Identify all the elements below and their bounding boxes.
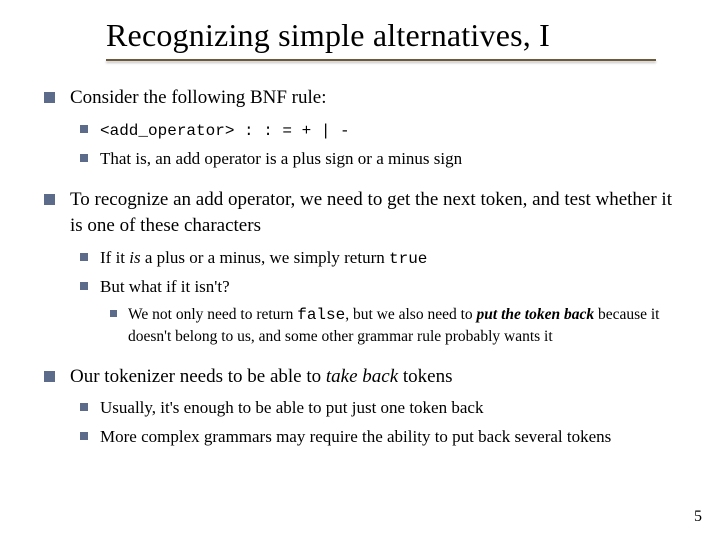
- title-block: Recognizing simple alternatives, I: [106, 18, 684, 61]
- bullet-text: That is, an add operator is a plus sign …: [100, 149, 462, 168]
- bullet-text: If it: [100, 248, 129, 267]
- list-item: To recognize an add operator, we need to…: [36, 187, 684, 347]
- bullet-list-lvl2: If it is a plus or a minus, we simply re…: [70, 247, 684, 348]
- list-item: More complex grammars may require the ab…: [70, 426, 684, 449]
- list-item: If it is a plus or a minus, we simply re…: [70, 247, 684, 271]
- slide: Recognizing simple alternatives, I Consi…: [0, 0, 720, 540]
- bullet-text: More complex grammars may require the ab…: [100, 427, 611, 446]
- bullet-text: Our tokenizer needs to be able to: [70, 366, 326, 387]
- bullet-text: We not only need to return: [128, 306, 297, 323]
- slide-content: Consider the following BNF rule: <add_op…: [36, 85, 684, 449]
- bullet-list-lvl2: Usually, it's enough to be able to put j…: [70, 397, 684, 449]
- list-item: But what if it isn't? We not only need t…: [70, 276, 684, 347]
- bullet-text: Usually, it's enough to be able to put j…: [100, 398, 483, 417]
- title-underline: [106, 59, 656, 61]
- list-item: Usually, it's enough to be able to put j…: [70, 397, 684, 420]
- list-item: <add_operator> : : = + | -: [70, 119, 684, 143]
- bullet-list-lvl2: <add_operator> : : = + | - That is, an a…: [70, 119, 684, 172]
- list-item: That is, an add operator is a plus sign …: [70, 148, 684, 171]
- list-item: We not only need to return false, but we…: [100, 305, 684, 348]
- list-item: Consider the following BNF rule: <add_op…: [36, 85, 684, 171]
- code-text: true: [389, 250, 427, 268]
- page-number: 5: [694, 508, 702, 526]
- list-item: Our tokenizer needs to be able to take b…: [36, 364, 684, 450]
- code-text: <add_operator> : : = + | -: [100, 122, 350, 140]
- bullet-text: Consider the following BNF rule:: [70, 87, 326, 108]
- bullet-text: , but we also need to: [345, 306, 476, 323]
- bullet-text: tokens: [398, 366, 452, 387]
- code-text: false: [297, 306, 345, 324]
- emphasis-text: take back: [326, 366, 398, 387]
- bullet-text: To recognize an add operator, we need to…: [70, 189, 672, 236]
- slide-title: Recognizing simple alternatives, I: [106, 18, 684, 59]
- emphasis-text: is: [129, 248, 140, 267]
- bullet-list-lvl3: We not only need to return false, but we…: [100, 305, 684, 348]
- bullet-text: a plus or a minus, we simply return: [141, 248, 389, 267]
- bullet-list-lvl1: Consider the following BNF rule: <add_op…: [36, 85, 684, 449]
- emphasis-text: put the token back: [477, 306, 595, 323]
- bullet-text: But what if it isn't?: [100, 277, 230, 296]
